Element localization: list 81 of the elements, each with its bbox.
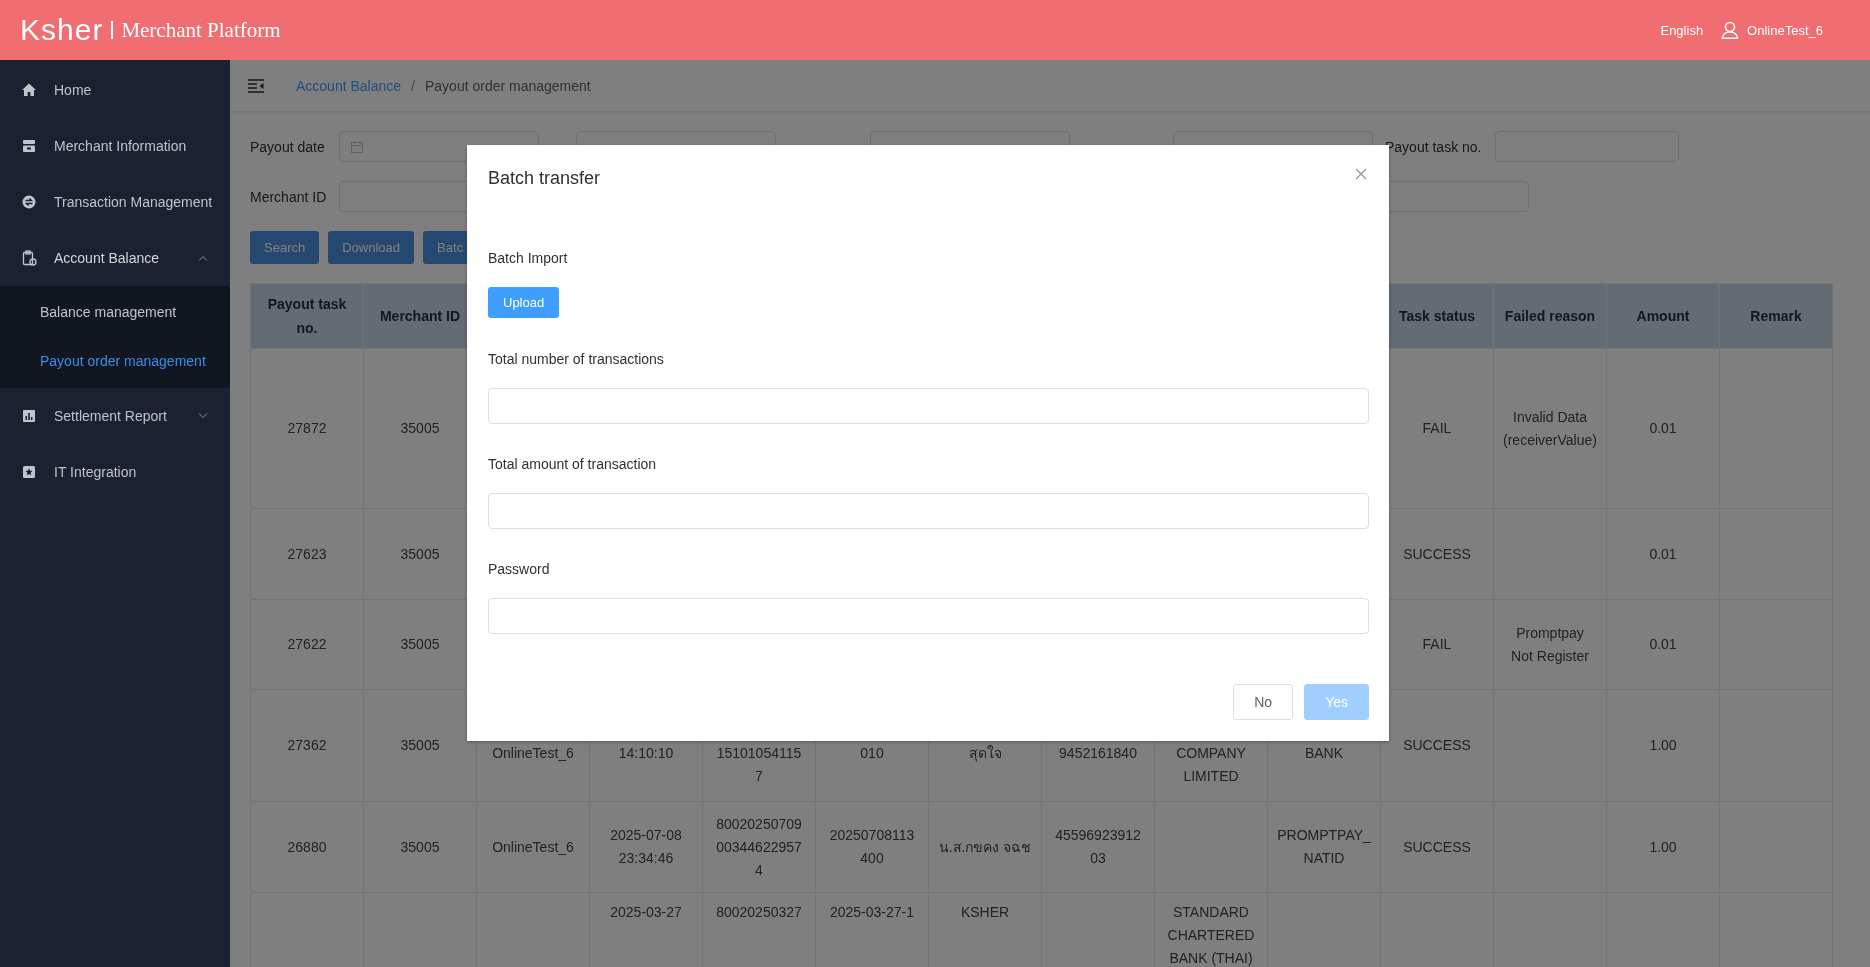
nav-item[interactable]: Settlement Report <box>0 388 230 444</box>
table-cell: 2025-03-27-1 <box>829 904 915 920</box>
upload-button[interactable]: Upload <box>488 287 560 318</box>
breadcrumb-separator: / <box>411 77 415 94</box>
table-cell: 010 <box>860 745 884 761</box>
column-header: Remark <box>1719 283 1833 349</box>
nav-item[interactable]: Account Balance <box>0 230 230 286</box>
table-cell: SUCCESS <box>1403 545 1471 562</box>
table-cell: 35005 <box>400 636 440 652</box>
submenu-item[interactable]: Balance management <box>0 288 230 337</box>
table-cell: 15101054115 7 <box>716 745 802 784</box>
table-cell: 35005 <box>400 545 440 562</box>
table-cell: 35005 <box>400 838 440 855</box>
table-cell: BANK <box>1304 745 1344 761</box>
table-cell: 14:10:10 <box>618 745 674 761</box>
table-cell: 1.00 <box>1649 737 1677 753</box>
nav-item[interactable]: Home <box>0 62 230 118</box>
field-label: Total amount of transaction <box>488 455 657 474</box>
user-name[interactable]: OnlineTest_6 <box>1747 22 1823 38</box>
store-icon <box>21 138 37 154</box>
table-cell: Invalid Data (receiverValue) <box>1503 408 1597 448</box>
column-header: Failed reason <box>1493 283 1607 349</box>
close-button[interactable] <box>1353 166 1369 182</box>
table-cell: 0.01 <box>1649 545 1677 562</box>
close-icon <box>1355 168 1367 180</box>
table-cell: 27362 <box>287 737 327 753</box>
table-cell: 26880 <box>287 838 327 855</box>
table-cell: 0.01 <box>1649 636 1677 652</box>
table-cell: 27623 <box>287 545 327 562</box>
input-field[interactable] <box>488 493 1369 529</box>
table-cell: 80020250709 00344622957 4 <box>716 815 802 878</box>
table-cell: 9452161840 <box>1059 745 1137 761</box>
table-cell: 0.01 <box>1649 420 1677 436</box>
table-cell: SUCCESS <box>1403 737 1471 753</box>
dialog-title: Batch transfer <box>488 167 601 190</box>
table-cell: FAIL <box>1422 420 1452 436</box>
table-cell: 27622 <box>287 636 327 652</box>
table-cell: สุดใจ <box>968 745 1002 761</box>
submenu-item[interactable]: Payout order management <box>0 337 230 386</box>
table-cell: 80020250327 <box>716 904 802 920</box>
home-icon <box>21 82 37 98</box>
breadcrumb-current: Payout order management <box>424 77 591 94</box>
field-label: Total number of transactions <box>488 350 664 369</box>
table-cell: Promptpay Not Register <box>1511 624 1589 664</box>
column-header: Payout task no. <box>250 283 364 349</box>
user-icon <box>1721 21 1740 39</box>
table-cell: STANDARD CHARTERED BANK (THAI) <box>1167 904 1255 966</box>
table-cell: COMPANY LIMITED <box>1176 745 1246 784</box>
table-cell: OnlineTest_6 <box>492 838 574 855</box>
language-link[interactable]: English <box>1660 22 1704 38</box>
menu-fold-icon <box>248 78 264 93</box>
column-header: Amount <box>1606 283 1720 349</box>
field-label: Password <box>488 560 550 579</box>
chart-icon <box>21 408 37 424</box>
table-cell: PROMPTPAY_ NATID <box>1277 827 1371 866</box>
table-cell: 2025-03-27 <box>610 904 682 920</box>
calendar-icon <box>350 139 364 154</box>
platform-title: Merchant Platform <box>121 17 281 43</box>
exchange-icon <box>21 194 37 210</box>
table-cell: 45596923912 03 <box>1055 827 1141 866</box>
clipboard-icon <box>21 250 37 266</box>
table-cell: 1.00 <box>1649 838 1677 855</box>
table-cell: น.ส.กขคง จฉช <box>938 838 1032 855</box>
nav-item[interactable]: Transaction Management <box>0 174 230 230</box>
table-cell: 20250708113 400 <box>829 827 915 866</box>
table-cell: SUCCESS <box>1403 838 1471 855</box>
table-cell: 35005 <box>400 420 440 436</box>
input-field[interactable] <box>488 598 1369 634</box>
table-cell: 2025-07-08 23:34:46 <box>610 827 682 866</box>
input-field[interactable] <box>488 388 1369 424</box>
nav-item[interactable]: Merchant Information <box>0 118 230 174</box>
table-cell: 35005 <box>400 737 440 753</box>
table-cell: KSHER <box>960 904 1010 920</box>
cancel-button[interactable]: No <box>1233 684 1294 720</box>
filter-label: Merchant ID <box>250 188 328 205</box>
field-label: Batch Import <box>488 249 568 268</box>
table-cell: 27872 <box>287 420 327 436</box>
table-cell: OnlineTest_6 <box>492 745 574 761</box>
nav-item[interactable]: IT Integration <box>0 444 230 500</box>
table-cell: FAIL <box>1422 636 1452 652</box>
filter-label: Payout date <box>250 138 326 155</box>
